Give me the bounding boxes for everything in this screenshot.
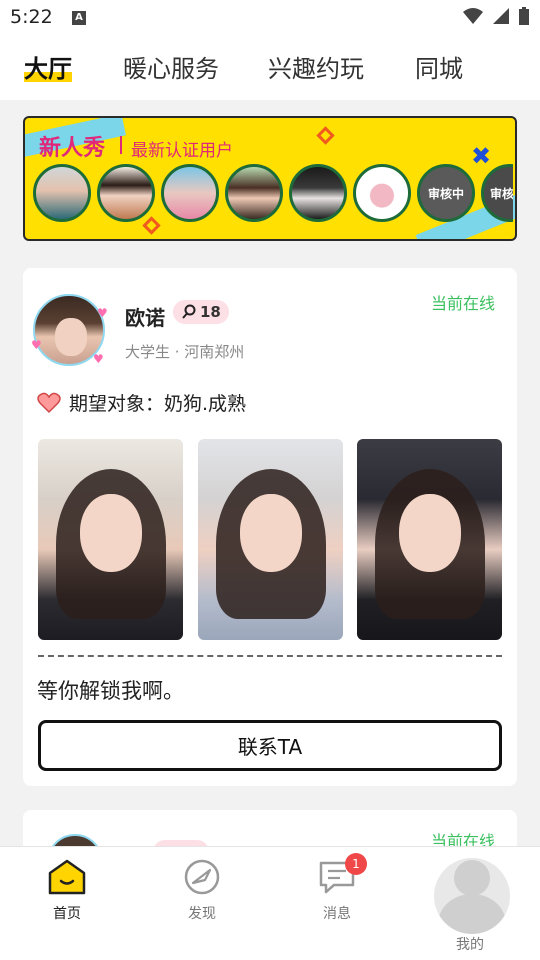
nav-label: 首页 [53,906,81,922]
contact-button[interactable]: 联系TA [38,720,502,771]
photo-gallery [38,439,502,640]
heart-decoration-icon: ♥ [93,352,104,366]
user-photo[interactable] [357,439,502,640]
newcomer-avatar-list: 审核中 审核 [33,164,513,224]
search-icon [182,304,196,319]
newcomer-avatar[interactable] [225,164,283,222]
newcomer-avatar[interactable] [161,164,219,222]
avatar-face [55,318,87,356]
heart-icon [37,392,61,413]
status-icons [462,6,530,26]
nav-discover[interactable]: 发现 [162,859,242,923]
expectation-text: 期望对象：奶狗.成熟 [69,393,247,415]
dashed-divider [38,655,502,657]
nav-label: 消息 [323,906,351,922]
battery-icon [519,7,529,25]
photo-face [239,494,302,572]
profile-card[interactable]: ♥ ♥ ♥ 欧诺 18 大学生 · 河南郑州 当前在线 期望对象：奶狗.成熟 等… [23,268,517,786]
nav-label: 发现 [188,906,216,922]
newcomer-avatar-reviewing[interactable]: 审核 [481,164,513,222]
avatar-head-placeholder [454,860,490,896]
tab-care-service[interactable]: 暖心服务 [123,49,219,84]
heart-decoration-icon: ♥ [31,338,42,352]
newcomer-avatar[interactable] [353,164,411,222]
newcomer-avatar[interactable] [97,164,155,222]
status-bar: 5:22 A [0,0,540,34]
nav-me-avatar[interactable] [434,858,510,934]
top-tab-bar: 大厅 暖心服务 兴趣约玩 同城 [0,34,540,100]
avatar-body-placeholder [438,894,506,934]
nav-messages[interactable]: 1 消息 [297,853,377,923]
expectation-row: 期望对象：奶狗.成熟 [37,389,246,416]
tab-interest-play[interactable]: 兴趣约玩 [268,49,364,84]
home-icon [48,859,86,895]
heart-decoration-icon: ♥ [97,306,108,320]
level-badge: 18 [173,300,229,324]
newcomer-banner[interactable]: 新人秀 最新认证用户 ✖ 审核中 审核 [23,116,517,241]
reviewing-label: 审核中 [427,187,464,201]
user-name: 欧诺 [125,306,165,330]
newcomer-avatar[interactable] [289,164,347,222]
newcomer-avatar-reviewing[interactable]: 审核中 [417,164,475,222]
banner-subtitle: 最新认证用户 [131,141,233,161]
status-time: 5:22 [10,6,53,28]
user-occupation-location: 大学生 · 河南郑州 [125,343,245,361]
badge-count: 18 [200,303,221,321]
online-status: 当前在线 [430,294,495,313]
tab-label: 大厅 [24,55,72,83]
tab-same-city[interactable]: 同城 [415,49,463,84]
nav-home[interactable]: 首页 [27,859,107,923]
banner-divider [120,136,122,154]
diamond-decoration [316,126,335,145]
photo-face [399,494,461,572]
user-photo[interactable] [197,439,343,640]
signal-icon [493,8,509,24]
unread-badge: 1 [345,853,367,875]
nav-me-label[interactable]: 我的 [456,934,484,954]
compass-icon [184,859,220,895]
newcomer-avatar[interactable] [33,164,91,222]
user-intro: 等你解锁我啊。 [37,679,184,703]
tab-hall[interactable]: 大厅 [24,49,72,84]
reviewing-label: 审核 [490,187,513,201]
banner-title: 新人秀 [39,136,106,161]
user-photo[interactable] [38,439,183,640]
wifi-icon [463,8,483,24]
notification-icon: A [72,11,86,25]
photo-face [80,494,142,572]
